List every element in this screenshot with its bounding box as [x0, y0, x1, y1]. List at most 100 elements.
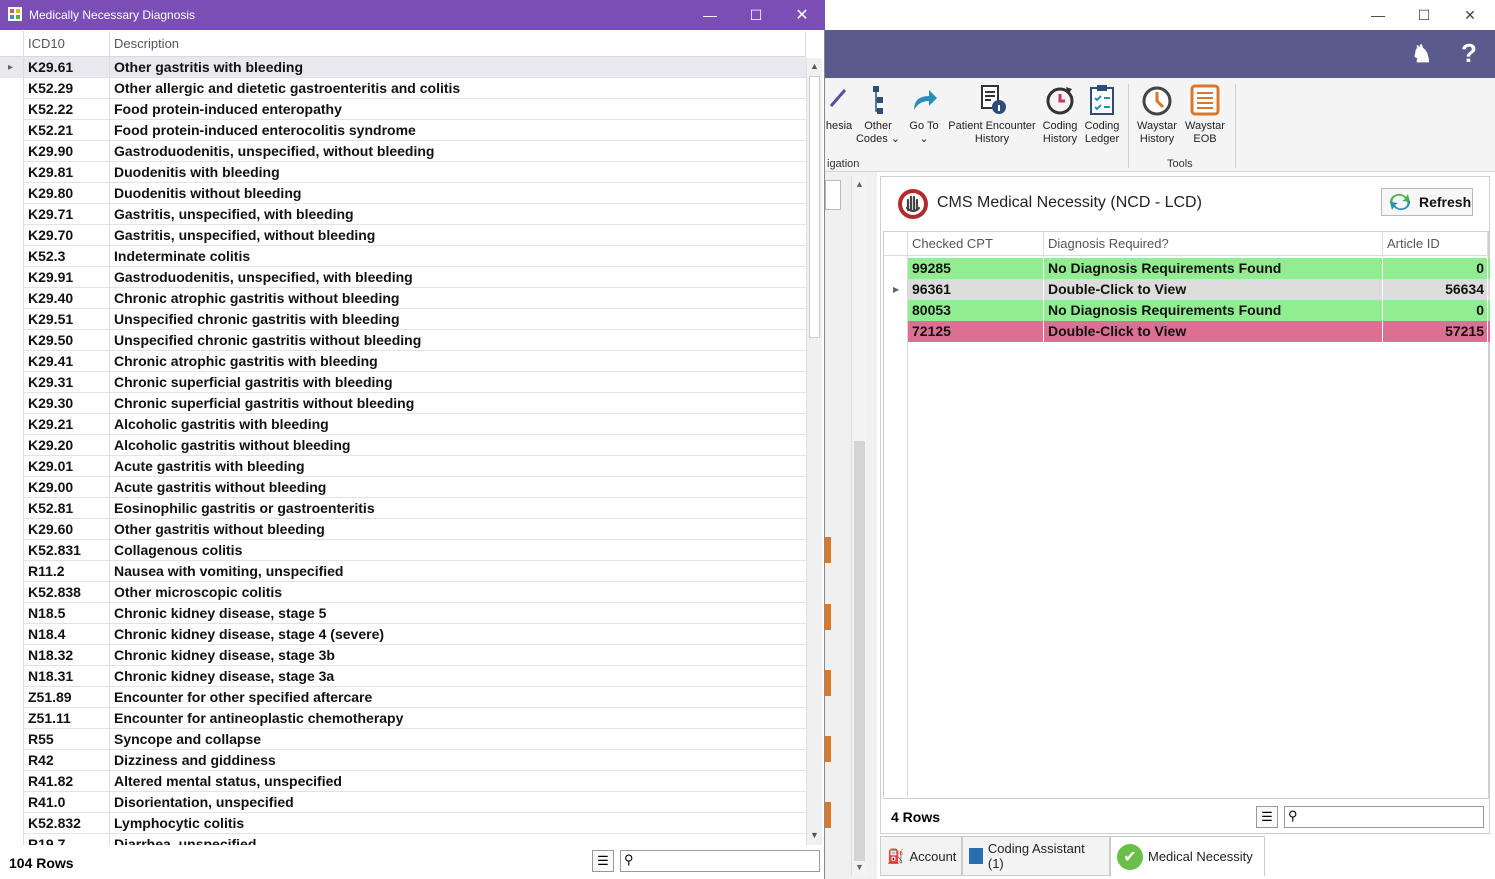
row-selector[interactable] — [0, 477, 24, 498]
row-selector[interactable]: ▸ — [0, 57, 24, 78]
row-selector[interactable] — [0, 519, 24, 540]
close-icon[interactable]: ✕ — [779, 0, 825, 30]
row-selector[interactable] — [0, 813, 24, 834]
scroll-up-icon[interactable]: ▲ — [810, 61, 819, 71]
tab-account[interactable]: ⛽ Account — [880, 836, 962, 876]
row-selector[interactable] — [0, 750, 24, 771]
search-input[interactable]: ⚲ — [620, 850, 820, 872]
row-selector[interactable] — [0, 351, 24, 372]
row-selector[interactable] — [0, 393, 24, 414]
minimize-icon[interactable]: — — [1355, 0, 1401, 30]
table-row[interactable]: R11.2 Nausea with vomiting, unspecified — [0, 561, 806, 582]
row-selector[interactable] — [0, 498, 24, 519]
table-row[interactable]: K52.81 Eosinophilic gastritis or gastroen… — [0, 498, 806, 519]
table-row[interactable]: K29.20 Alcoholic gastritis without bleedi… — [0, 435, 806, 456]
table-row[interactable]: K29.01 Acute gastritis with bleeding — [0, 456, 806, 477]
row-selector[interactable] — [0, 309, 24, 330]
table-row[interactable]: K52.832 Lymphocytic colitis — [0, 813, 806, 834]
row-selector[interactable] — [0, 624, 24, 645]
waystar-history-button[interactable]: Waystar History — [1133, 84, 1181, 146]
row-selector[interactable] — [0, 708, 24, 729]
table-row[interactable]: K29.31 Chronic superficial gastritis with… — [0, 372, 806, 393]
column-header-checked-cpt[interactable]: Checked CPT — [908, 232, 1044, 256]
row-selector[interactable] — [0, 603, 24, 624]
table-row[interactable]: K29.41 Chronic atrophic gastritis with bl… — [0, 351, 806, 372]
panel-scrollbar[interactable]: ▲ ▼ — [851, 176, 867, 876]
row-selector[interactable] — [0, 792, 24, 813]
table-row[interactable]: R41.0 Disorientation, unspecified — [0, 792, 806, 813]
row-selector[interactable] — [0, 330, 24, 351]
coding-ledger-button[interactable]: Coding Ledger — [1081, 84, 1123, 146]
row-selector[interactable] — [0, 120, 24, 141]
other-codes-button[interactable]: Other Codes ⌄ — [855, 84, 901, 146]
table-row[interactable]: Z51.89 Encounter for other specified afte… — [0, 687, 806, 708]
scroll-down-icon[interactable]: ▼ — [855, 862, 864, 872]
table-row[interactable]: R19.7 Diarrhea, unspecified — [0, 834, 806, 845]
row-selector[interactable] — [0, 246, 24, 267]
tab-coding-assistant[interactable]: Coding Assistant (1) — [962, 836, 1110, 876]
table-row[interactable]: ▸ K29.61 Other gastritis with bleeding — [0, 57, 806, 78]
table-row[interactable]: 96361 Double-Click to View 56634 — [908, 279, 1490, 300]
table-row[interactable]: K29.00 Acute gastritis without bleeding — [0, 477, 806, 498]
table-row[interactable]: N18.32 Chronic kidney disease, stage 3b — [0, 645, 806, 666]
row-selector[interactable] — [0, 456, 24, 477]
row-selector[interactable] — [0, 288, 24, 309]
patient-encounter-history-button[interactable]: Patient Encounter History — [947, 84, 1037, 146]
row-selector[interactable] — [0, 267, 24, 288]
column-header-description[interactable]: Description — [110, 31, 806, 57]
row-selector[interactable] — [0, 540, 24, 561]
row-selector[interactable] — [0, 729, 24, 750]
maximize-icon[interactable]: ☐ — [733, 0, 779, 30]
table-row[interactable]: K52.22 Food protein-induced enteropathy — [0, 99, 806, 120]
table-row[interactable]: K29.50 Unspecified chronic gastritis with… — [0, 330, 806, 351]
column-header-icd10[interactable]: ICD10 — [24, 31, 110, 57]
row-selector[interactable] — [0, 687, 24, 708]
table-row[interactable]: K29.60 Other gastritis without bleeding — [0, 519, 806, 540]
table-row[interactable]: K29.21 Alcoholic gastritis with bleeding — [0, 414, 806, 435]
tab-medical-necessity[interactable]: ✔ Medical Necessity — [1110, 836, 1265, 876]
table-row[interactable]: N18.31 Chronic kidney disease, stage 3a — [0, 666, 806, 687]
row-selector[interactable] — [0, 78, 24, 99]
table-row[interactable]: Z51.11 Encounter for antineoplastic chemo… — [0, 708, 806, 729]
row-selector[interactable] — [0, 435, 24, 456]
search-input[interactable]: ⚲ — [1284, 806, 1484, 828]
table-row[interactable]: R42 Dizziness and giddiness — [0, 750, 806, 771]
table-row[interactable]: K52.838 Other microscopic colitis — [0, 582, 806, 603]
table-row[interactable]: K52.29 Other allergic and dietetic gastro… — [0, 78, 806, 99]
table-row[interactable]: K29.70 Gastritis, unspecified, without bl… — [0, 225, 806, 246]
row-selector[interactable] — [0, 834, 24, 845]
coding-history-button[interactable]: Coding History — [1039, 84, 1081, 146]
table-row[interactable]: K29.80 Duodenitis without bleeding — [0, 183, 806, 204]
table-row[interactable]: K29.71 Gastritis, unspecified, with bleed… — [0, 204, 806, 225]
table-row[interactable]: K29.91 Gastroduodenitis, unspecified, wit… — [0, 267, 806, 288]
waystar-eob-button[interactable]: Waystar EOB — [1183, 84, 1227, 146]
row-selector[interactable] — [0, 204, 24, 225]
table-row[interactable]: 72125 Double-Click to View 57215 — [908, 321, 1490, 342]
table-row[interactable]: 99285 No Diagnosis Requirements Found 0 — [908, 258, 1490, 279]
row-selector[interactable] — [0, 99, 24, 120]
column-header-article-id[interactable]: Article ID — [1383, 232, 1488, 256]
table-row[interactable]: K29.51 Unspecified chronic gastritis with… — [0, 309, 806, 330]
row-selector[interactable] — [0, 582, 24, 603]
table-row[interactable]: R41.82 Altered mental status, unspecified — [0, 771, 806, 792]
table-row[interactable]: 80053 No Diagnosis Requirements Found 0 — [908, 300, 1490, 321]
row-selector[interactable] — [0, 162, 24, 183]
column-chooser-button[interactable]: ☰ — [1256, 806, 1278, 828]
minimize-icon[interactable]: — — [687, 0, 733, 30]
row-selector[interactable] — [0, 141, 24, 162]
table-row[interactable]: K29.90 Gastroduodenitis, unspecified, wit… — [0, 141, 806, 162]
table-row[interactable]: N18.5 Chronic kidney disease, stage 5 — [0, 603, 806, 624]
scroll-up-icon[interactable]: ▲ — [855, 179, 864, 189]
help-icon[interactable]: ? — [1461, 38, 1477, 69]
table-row[interactable]: K29.81 Duodenitis with bleeding — [0, 162, 806, 183]
scroll-thumb[interactable] — [809, 76, 820, 338]
user-keys-icon[interactable]: ♞ — [1411, 40, 1433, 69]
scroll-down-icon[interactable]: ▼ — [810, 830, 819, 840]
row-selector[interactable] — [0, 225, 24, 246]
column-header-diagnosis-required[interactable]: Diagnosis Required? — [1044, 232, 1383, 256]
table-row[interactable]: K52.3 Indeterminate colitis — [0, 246, 806, 267]
table-row[interactable]: K29.30 Chronic superficial gastritis with… — [0, 393, 806, 414]
table-row[interactable]: K52.831 Collagenous colitis — [0, 540, 806, 561]
row-selector[interactable] — [0, 645, 24, 666]
table-row[interactable]: N18.4 Chronic kidney disease, stage 4 (se… — [0, 624, 806, 645]
